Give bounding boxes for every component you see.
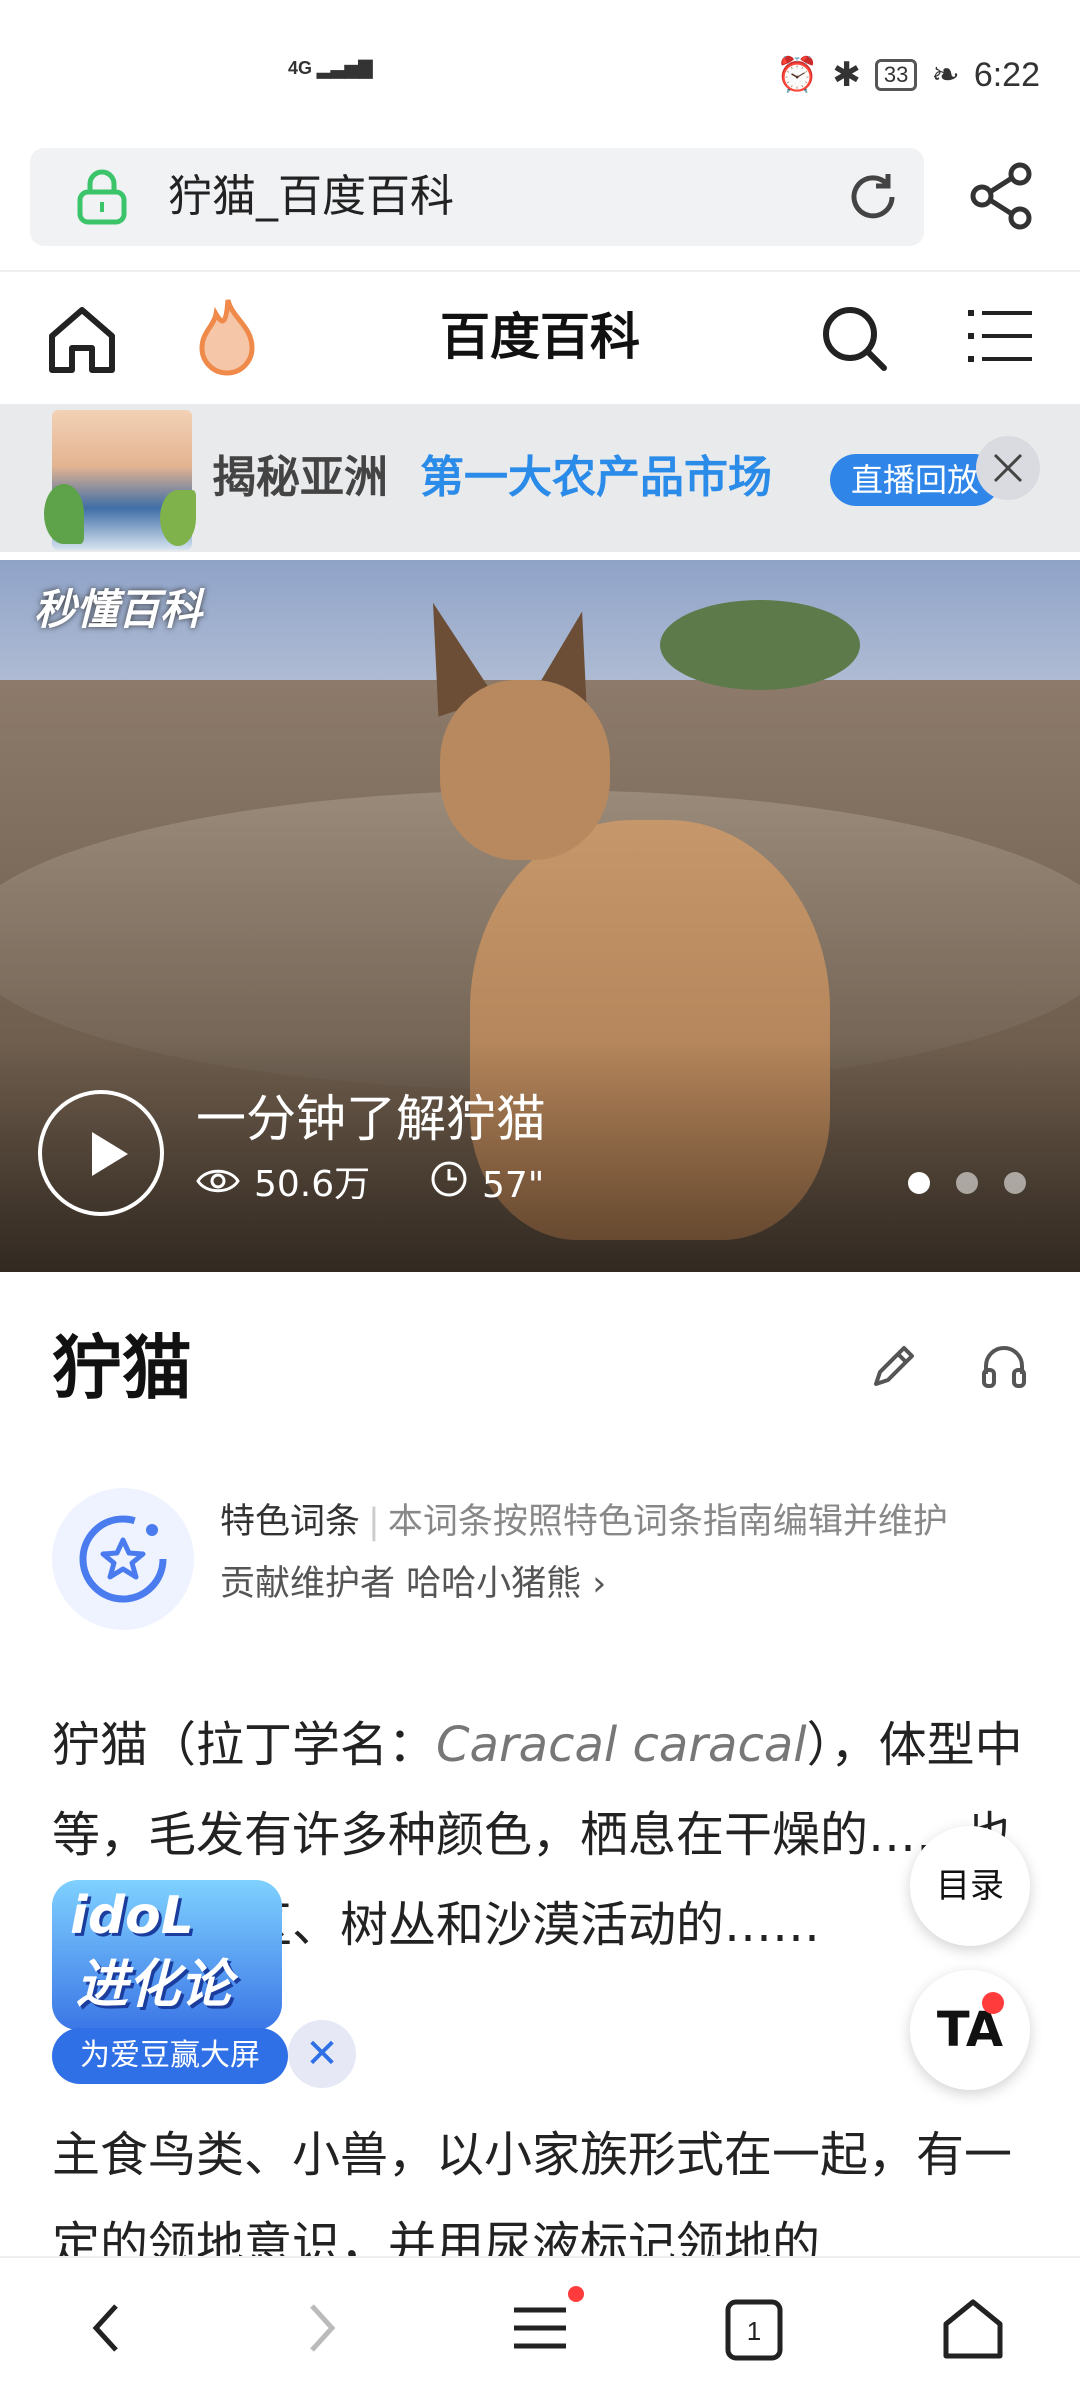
carousel-dot[interactable] bbox=[1004, 1172, 1026, 1194]
baike-nav: 百度百科 bbox=[0, 272, 1080, 402]
carousel-dots bbox=[908, 1172, 1026, 1194]
promo-title: idoL bbox=[70, 1886, 194, 1946]
latin-name: Caracal caracal bbox=[436, 1717, 807, 1773]
status-right: ⏰ ✱ 33 ❧ 6:22 bbox=[776, 55, 1040, 95]
svg-text:1: 1 bbox=[747, 2316, 761, 2346]
view-count: 50.6万 bbox=[196, 1160, 370, 1210]
play-button[interactable] bbox=[38, 1090, 164, 1216]
promo-label[interactable]: 为爱豆赢大屏 bbox=[52, 2028, 288, 2084]
video-title: 一分钟了解狞猫 bbox=[196, 1090, 546, 1148]
battery-indicator: 33 bbox=[874, 59, 918, 91]
alarm-icon: ⏰ bbox=[775, 56, 819, 94]
forward-icon[interactable] bbox=[302, 2298, 342, 2362]
toc-button[interactable]: 目录 bbox=[910, 1826, 1030, 1946]
carousel-dot[interactable] bbox=[956, 1172, 978, 1194]
eye-icon bbox=[196, 1160, 240, 1210]
promo-banner[interactable]: 揭秘亚洲 第一大农产品市场 直播回放 bbox=[0, 404, 1080, 552]
edit-icon[interactable] bbox=[868, 1340, 920, 1396]
lock-icon bbox=[74, 168, 130, 230]
home-icon[interactable] bbox=[938, 2298, 1008, 2366]
headphone-icon[interactable] bbox=[978, 1340, 1030, 1396]
menu-icon[interactable] bbox=[508, 2298, 572, 2362]
notification-dot bbox=[568, 2286, 584, 2302]
contributor-link[interactable]: 贡献维护者 哈哈小猪熊 › bbox=[220, 1556, 606, 1612]
video-hero[interactable]: 秒懂百科 一分钟了解狞猫 50.6万 57" bbox=[0, 560, 1080, 1272]
clock: 6:22 bbox=[973, 55, 1040, 94]
status-bar: 4G ▂▃▅▇ ⏰ ✱ 33 ❧ 6:22 bbox=[0, 0, 1080, 140]
miaodong-logo: 秒懂百科 bbox=[34, 585, 203, 634]
idol-promo[interactable]: idoL 进化论 为爱豆赢大屏 bbox=[52, 1880, 288, 2090]
network-indicator: 4G ▂▃▅▇ bbox=[288, 58, 373, 78]
notification-dot bbox=[982, 1992, 1004, 2014]
banner-text: 揭秘亚洲 bbox=[212, 452, 388, 503]
leaf-decoration bbox=[160, 490, 196, 546]
featured-desc: 本词条按照特色词条指南编辑并维护 bbox=[387, 1502, 948, 1542]
leaf-decoration bbox=[44, 484, 84, 544]
page-title: 狞猫_百度百科 bbox=[168, 171, 454, 222]
address-bar[interactable]: 狞猫_百度百科 bbox=[30, 148, 924, 246]
bluetooth-icon: ✱ bbox=[832, 56, 861, 94]
clock-icon bbox=[430, 1160, 468, 1212]
menu-icon[interactable] bbox=[968, 304, 1032, 372]
brand-title: 百度百科 bbox=[440, 308, 640, 366]
featured-label[interactable]: 特色词条 bbox=[220, 1502, 360, 1542]
tabs-icon[interactable]: 1 bbox=[722, 2298, 786, 2366]
search-icon[interactable] bbox=[820, 304, 890, 378]
banner-highlight: 第一大农产品市场 bbox=[420, 452, 772, 503]
back-icon[interactable] bbox=[86, 2298, 126, 2362]
entry-title: 狞猫 bbox=[52, 1327, 192, 1409]
promo-subtitle: 进化论 bbox=[76, 1955, 233, 2015]
duration: 57" bbox=[430, 1160, 544, 1212]
featured-line: 特色词条 | 本词条按照特色词条指南编辑并维护 bbox=[220, 1502, 948, 1542]
close-icon[interactable] bbox=[976, 436, 1040, 500]
featured-badge-icon bbox=[52, 1488, 194, 1630]
carousel-dot[interactable] bbox=[908, 1172, 930, 1194]
leaf-icon: ❧ bbox=[931, 56, 960, 94]
reload-icon[interactable] bbox=[844, 168, 902, 230]
ta-button[interactable]: TA bbox=[910, 1970, 1030, 2090]
bottom-nav: 1 bbox=[0, 2256, 1080, 2400]
replay-pill[interactable]: 直播回放 bbox=[830, 454, 1000, 506]
share-icon[interactable] bbox=[966, 160, 1038, 236]
promo-close-button[interactable]: ✕ bbox=[288, 2020, 356, 2088]
